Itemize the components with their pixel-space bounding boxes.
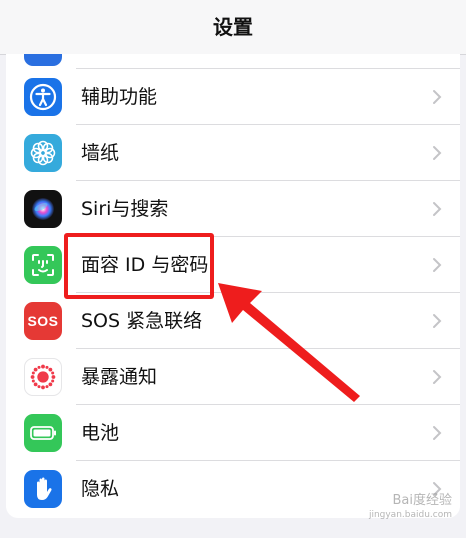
chevron-right-icon — [433, 90, 442, 104]
privacy-hand-icon — [24, 470, 62, 508]
watermark-subtext: jingyan.baidu.com — [368, 510, 452, 520]
row-label: 电池 — [81, 422, 120, 444]
siri-icon — [24, 190, 62, 228]
previous-row-partial — [24, 54, 460, 69]
chevron-right-icon — [433, 258, 442, 272]
row-label: 墙纸 — [81, 142, 120, 164]
settings-row-siri[interactable]: Siri与搜索 — [6, 181, 460, 237]
settings-row-battery[interactable]: 电池 — [6, 405, 460, 461]
watermark: Bai度经验 jingyan.baidu.com — [369, 494, 452, 522]
watermark-text: Bai度经验 — [392, 493, 453, 508]
sos-icon: SOS — [24, 302, 62, 340]
row-label: SOS 紧急联络 — [81, 310, 203, 332]
row-label: Siri与搜索 — [81, 198, 169, 220]
chevron-right-icon — [433, 202, 442, 216]
chevron-right-icon — [433, 426, 442, 440]
settings-row-accessibility[interactable]: 辅助功能 — [6, 69, 460, 125]
chevron-right-icon — [433, 146, 442, 160]
annotation-highlight-box — [64, 233, 214, 299]
settings-row-exposure-notifications[interactable]: 暴露通知 — [6, 349, 460, 405]
page-title: 设置 — [213, 14, 253, 39]
chevron-right-icon — [433, 370, 442, 384]
row-label: 辅助功能 — [81, 86, 158, 108]
row-label: 隐私 — [81, 478, 120, 500]
exposure-notification-icon — [24, 358, 62, 396]
chevron-right-icon — [433, 314, 442, 328]
sos-icon-text: SOS — [27, 313, 59, 329]
settings-row-wallpaper[interactable]: 墙纸 — [6, 125, 460, 181]
partial-icon — [24, 54, 62, 66]
navigation-bar: 设置 — [0, 0, 466, 55]
accessibility-icon — [24, 78, 62, 116]
row-label: 暴露通知 — [81, 366, 158, 388]
face-id-icon — [24, 246, 62, 284]
wallpaper-flower-icon — [24, 134, 62, 172]
settings-row-sos[interactable]: SOS SOS 紧急联络 — [6, 293, 460, 349]
battery-icon — [24, 414, 62, 452]
